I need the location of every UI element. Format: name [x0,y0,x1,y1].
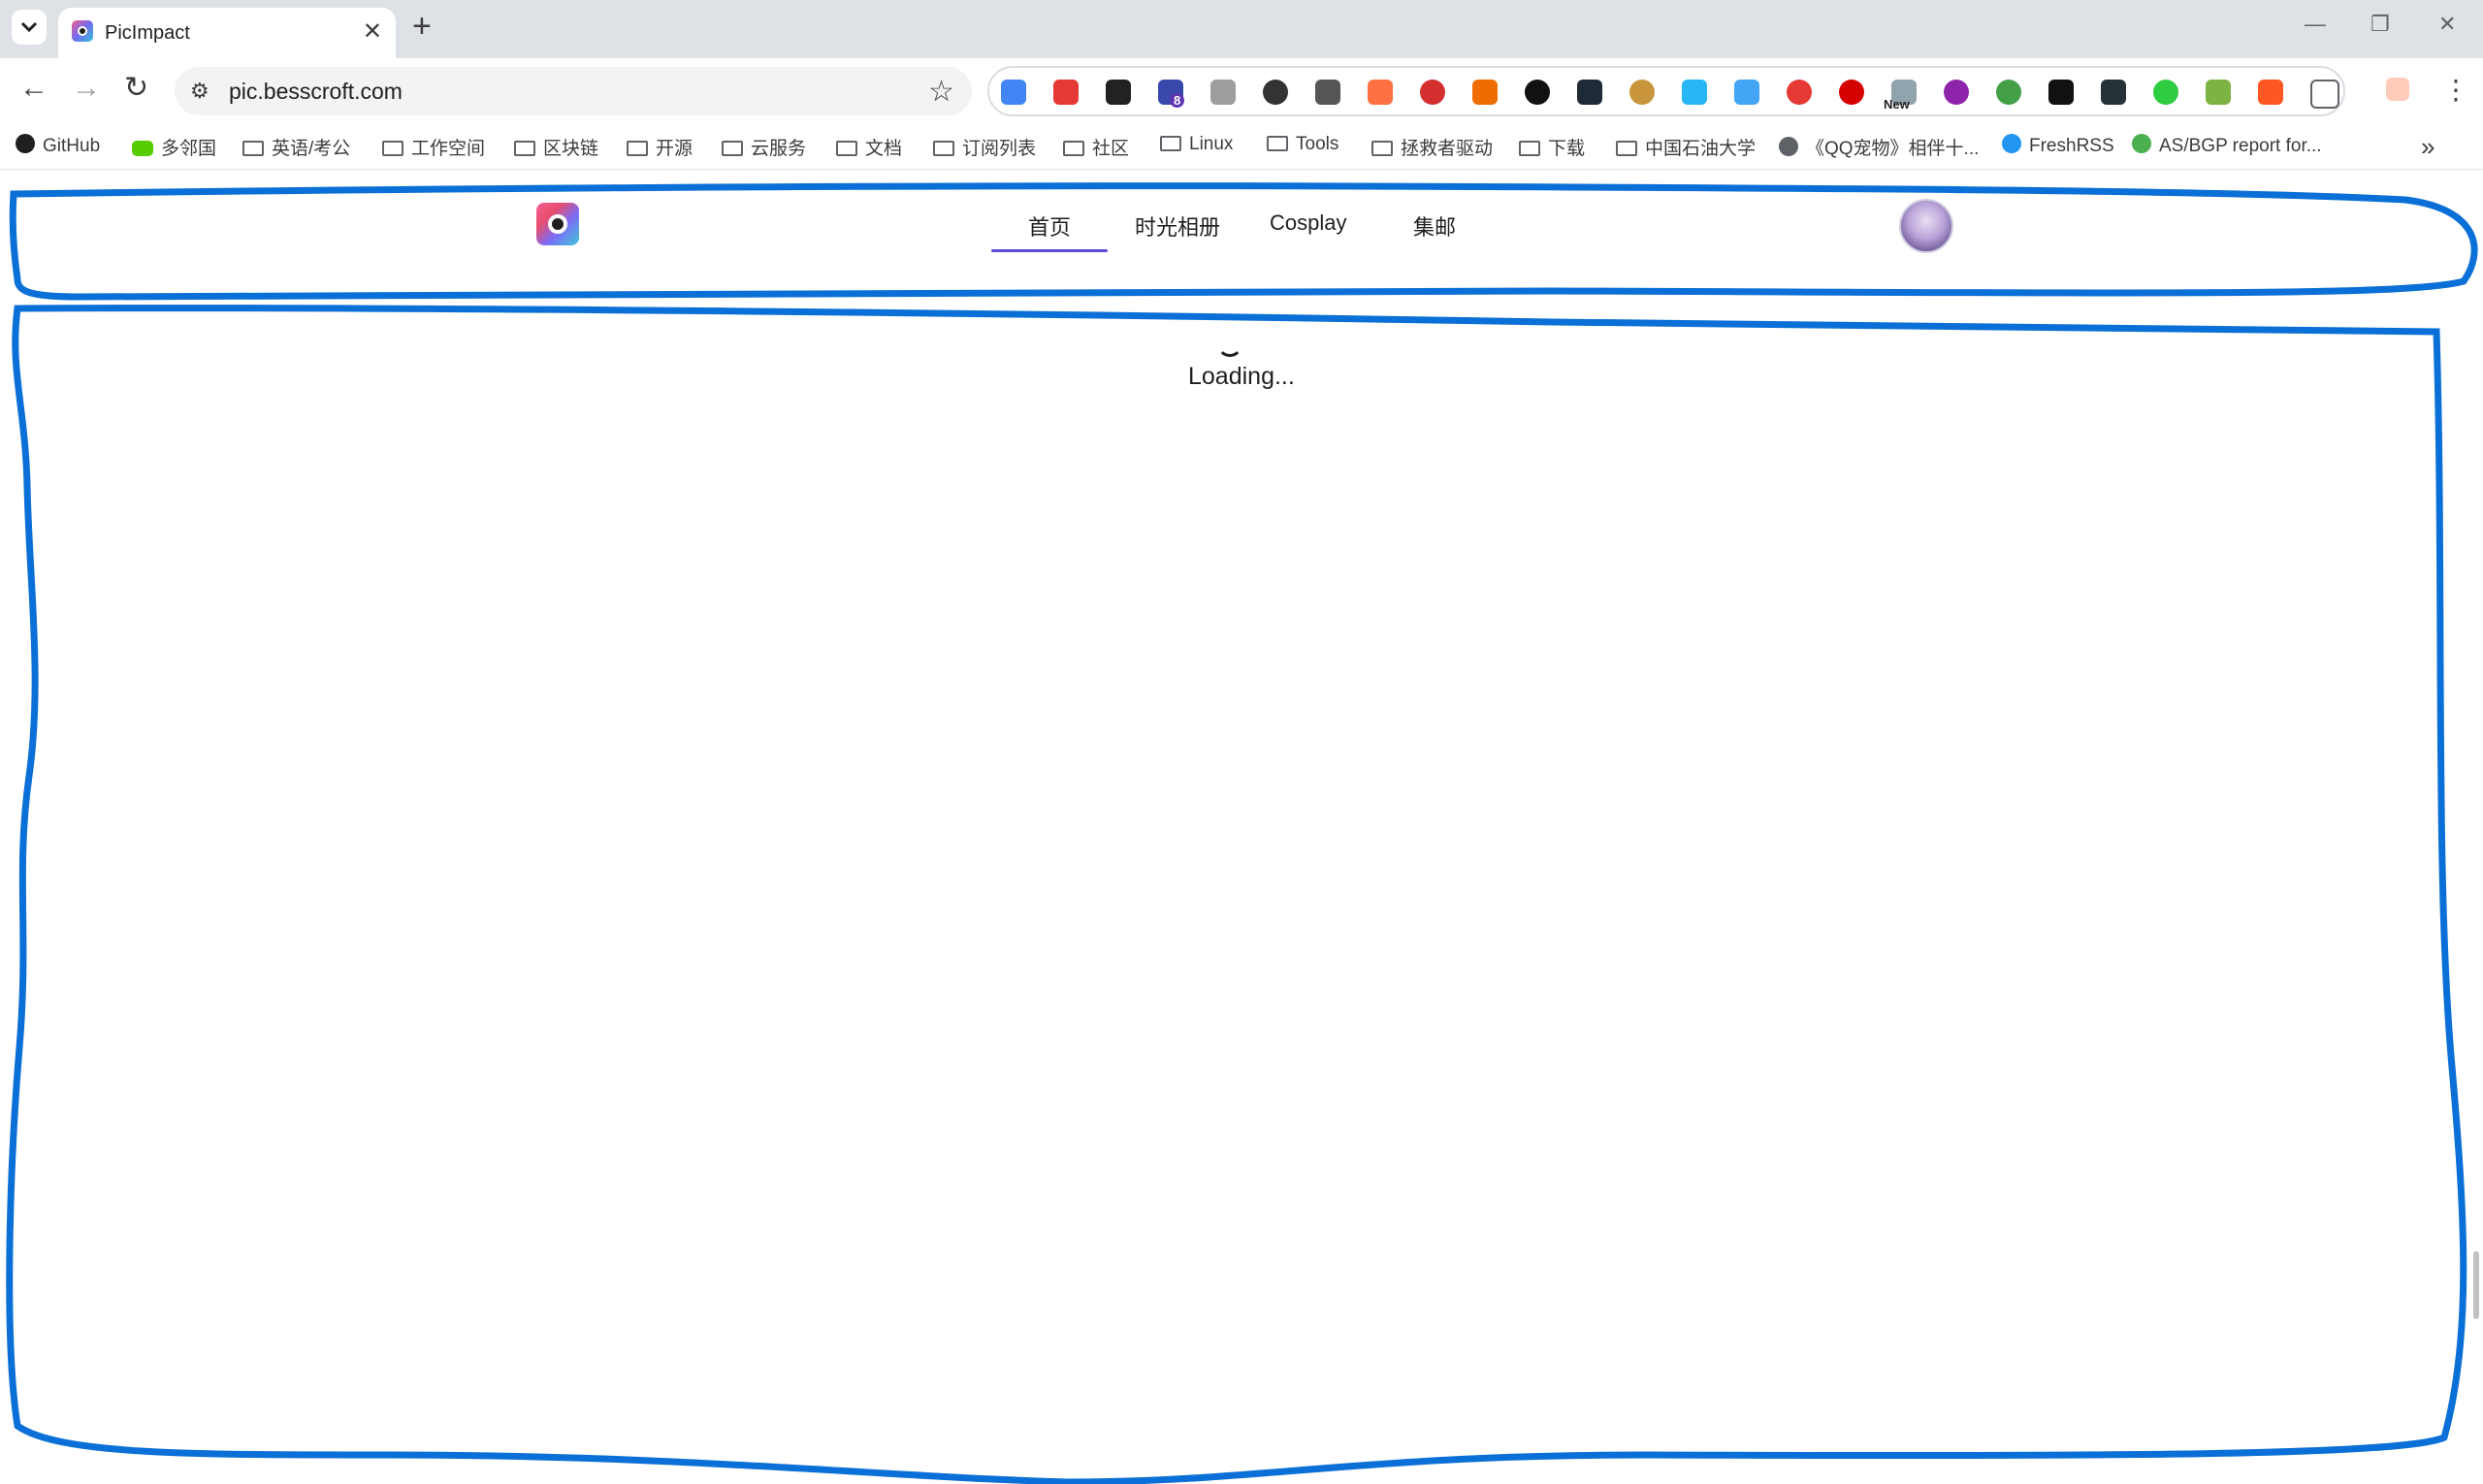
bookmark-folder[interactable]: Linux [1160,134,1233,155]
m-extension-icon[interactable] [1787,80,1812,105]
browser-toolbar: ← → ↻ ⚙ pic.besscroft.com ☆ 8 New ⋮ [0,58,2483,124]
main-content [0,268,2483,1484]
folder-icon [1063,141,1084,156]
bookmark-item[interactable]: GitHub [16,134,100,157]
github-icon [16,134,35,153]
minimize-button[interactable]: — [2305,12,2326,37]
trash-extension-icon[interactable] [1315,80,1340,105]
folder-icon [1371,141,1393,156]
globe-extension-icon[interactable] [1996,80,2021,105]
tab-strip: PicImpact ✕ + — ❐ ✕ [0,0,2483,58]
restore-button[interactable]: ❐ [2370,12,2390,37]
bookmark-item[interactable]: AS/BGP report for... [2132,134,2322,157]
folder-icon [514,141,535,156]
url-text[interactable]: pic.besscroft.com [229,79,403,105]
close-window-button[interactable]: ✕ [2438,12,2456,37]
check-extension-icon[interactable] [2153,80,2178,105]
nav-cosplay[interactable]: Cosplay [1270,210,1346,236]
bookmark-item[interactable]: 多邻国 [132,134,216,160]
loading-spinner-icon [1217,332,1242,357]
extension-badge: 8 [1170,93,1185,108]
browser-menu-icon[interactable]: ⋮ [2442,74,2469,106]
scrollbar[interactable] [2473,1251,2479,1319]
translate-extension-icon[interactable] [1001,80,1026,105]
adblock-extension-icon[interactable] [1839,80,1864,105]
folder-icon [1160,136,1181,151]
site-logo-icon[interactable] [536,203,579,245]
react-extension-icon[interactable] [1577,80,1602,105]
cookie-extension-icon[interactable] [1629,80,1655,105]
tab-search-button[interactable] [12,10,47,45]
browser-tab[interactable]: PicImpact ✕ [58,8,396,58]
loading-text: Loading... [1188,363,1295,390]
user-avatar[interactable] [1899,199,1953,253]
folder-icon [722,141,743,156]
green-extension-icon[interactable] [2206,80,2231,105]
bookmark-folder[interactable]: 文档 [836,134,902,160]
arch-extension-icon[interactable] [2101,80,2126,105]
new-extension-label: New [1884,97,1910,112]
folder-icon [627,141,648,156]
bookmark-folder[interactable]: 拯救者驱动 [1371,134,1493,160]
puzzle-extensions-icon[interactable] [2310,80,2339,109]
folder-icon [242,141,264,156]
site-header: 首页 时光相册 Cosplay 集邮 [0,170,2483,267]
glasses-extension-icon[interactable] [1106,80,1131,105]
bookmark-star-icon[interactable]: ☆ [928,75,954,109]
nav-stamps[interactable]: 集邮 [1413,210,1456,242]
nav-time-album[interactable]: 时光相册 [1135,210,1220,242]
bookmark-item[interactable]: FreshRSS [2002,134,2114,157]
bookmark-folder[interactable]: 社区 [1063,134,1129,160]
bgp-icon [2132,134,2151,153]
bookmark-folder[interactable]: 下载 [1519,134,1585,160]
bookmarks-overflow-icon[interactable]: » [2421,132,2435,162]
folder-icon [933,141,954,156]
back-button[interactable]: ← [19,74,48,103]
x-extension-icon[interactable] [2258,80,2283,105]
bookmark-folder[interactable]: 中国石油大学 [1616,134,1756,160]
duolingo-icon [132,141,153,156]
nav-home[interactable]: 首页 [1028,210,1071,242]
folder-icon [836,141,857,156]
forward-button[interactable]: → [72,74,101,103]
freshrss-icon [2002,134,2021,153]
folder-icon [1267,136,1288,151]
folder-icon [1616,141,1637,156]
chevron-down-icon [20,21,38,33]
bookmark-item[interactable]: 《QQ宠物》相伴十... [1779,134,1979,160]
profile-icon[interactable] [2386,78,2409,101]
tab-title: PicImpact [105,22,190,44]
person-extension-icon[interactable] [1472,80,1498,105]
terminal-extension-icon[interactable] [2048,80,2074,105]
new-tab-button[interactable]: + [412,10,432,43]
fe-extension-icon[interactable] [1053,80,1079,105]
reload-button[interactable]: ↻ [124,74,148,103]
bookmark-folder[interactable]: 英语/考公 [242,134,350,160]
bookmark-folder[interactable]: 区块链 [514,134,598,160]
file-extension-icon[interactable] [1734,80,1759,105]
lr-extension-icon[interactable] [1944,80,1969,105]
bookmark-folder[interactable]: 开源 [627,134,693,160]
shield-extension-icon[interactable] [1682,80,1707,105]
alert-extension-icon[interactable] [1420,80,1445,105]
bookmark-folder[interactable]: 云服务 [722,134,806,160]
extensions-bar: 8 New [987,66,2345,116]
github-extension-icon[interactable] [1263,80,1288,105]
site-info-icon[interactable]: ⚙ [190,79,210,104]
nav-active-indicator [991,249,1108,252]
bookmark-folder[interactable]: 订阅列表 [933,134,1036,160]
bookmarks-bar: GitHub 多邻国 英语/考公 工作空间 区块链 开源 云服务 文档 订阅列表… [0,124,2483,170]
folder-icon [382,141,403,156]
tab-close-icon[interactable]: ✕ [363,17,382,46]
address-bar[interactable]: ⚙ pic.besscroft.com ☆ [175,67,972,115]
bookmark-folder[interactable]: 工作空间 [382,134,485,160]
vimium-extension-icon[interactable] [1210,80,1236,105]
globe-icon [1779,137,1798,156]
block-extension-icon[interactable] [1525,80,1550,105]
bookmark-folder[interactable]: Tools [1267,134,1338,155]
folder-icon [1519,141,1540,156]
orange-extension-icon[interactable] [1368,80,1393,105]
picimpact-favicon-icon [72,20,93,42]
